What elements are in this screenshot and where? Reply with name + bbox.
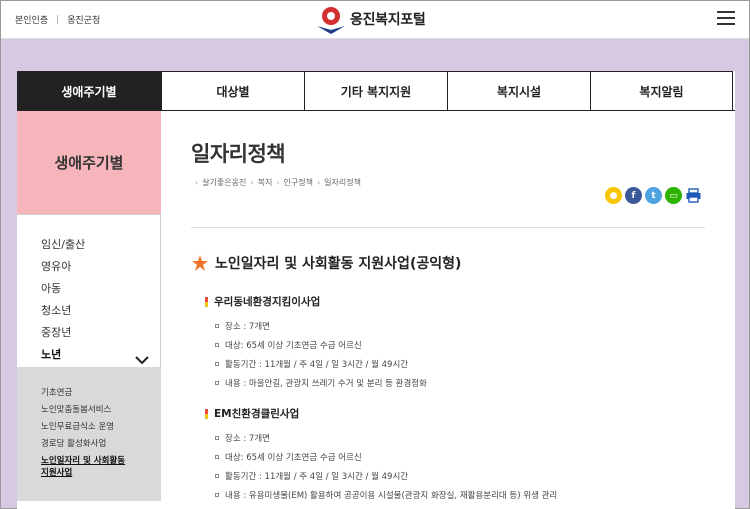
sidebar-item-child[interactable]: 아동 (41, 280, 61, 296)
twitter-share-icon[interactable]: t (645, 187, 662, 204)
bullet-icon (215, 324, 219, 328)
program-detail: 활동기간 : 11개월 / 주 4일 / 일 3시간 / 월 49시간 (215, 470, 408, 482)
utility-links: 본인인증 옹진군청 (15, 13, 100, 26)
heading-bar-icon (205, 296, 208, 307)
bullet-icon (215, 474, 219, 478)
print-icon[interactable] (685, 187, 702, 204)
submenu-senior-jobs[interactable]: 노인일자리 및 사회활동 (41, 455, 125, 467)
tab-notices[interactable]: 복지알림 (590, 71, 733, 111)
breadcrumb-welfare[interactable]: 복지 (258, 177, 273, 188)
chevron-down-icon[interactable] (135, 350, 149, 365)
sidebar-item-middle-age[interactable]: 중장년 (41, 324, 71, 340)
detail-text: 대상: 65세 이상 기초연금 수급 어르신 (225, 341, 362, 351)
breadcrumb-arrow-icon: › (276, 178, 280, 187)
program-detail: 활동기간 : 11개월 / 주 4일 / 일 3시간 / 월 49시간 (215, 358, 408, 370)
page-title: 일자리정책 (191, 142, 286, 166)
tab-facilities[interactable]: 복지시설 (447, 71, 590, 111)
main-nav: 생애주기별 대상별 기타 복지지원 복지시설 복지알림 (17, 71, 735, 111)
detail-text: 대상: 65세 이상 기초연금 수급 어르신 (225, 453, 362, 463)
sidebar-submenu: 기초연금 노인맞춤돌봄서비스 노인무료급식소 운영 경로당 활성화사업 노인일자… (17, 367, 161, 501)
program-detail: 대상: 65세 이상 기초연금 수급 어르신 (215, 451, 362, 463)
identity-verification-link[interactable]: 본인인증 (15, 13, 48, 26)
site-logo[interactable]: 옹진복지포털 (315, 4, 426, 34)
sidebar-item-youth[interactable]: 청소년 (41, 302, 71, 318)
breadcrumb-current: 일자리정책 (324, 178, 361, 187)
logo-text: 옹진복지포털 (350, 12, 426, 28)
sidebar-title: 생애주기별 (17, 111, 161, 214)
program-detail: 내용 : 유용미생물(EM) 활용하여 공공이용 시설물(관광지 화장실, 재활… (215, 489, 557, 501)
submenu-free-meals[interactable]: 노인무료급식소 운영 (41, 421, 114, 433)
content-frame: 생애주기별 대상별 기타 복지지원 복지시설 복지알림 생애주기별 임신/출산 … (17, 71, 735, 509)
breadcrumb-home[interactable]: 살기좋은옹진 (202, 177, 246, 188)
program-detail: 내용 : 마을안길, 관광지 쓰레기 수거 및 분리 등 환경정화 (215, 377, 427, 389)
program-heading: 우리동네환경지킴이사업 (205, 294, 320, 309)
breadcrumb-arrow-icon: › (195, 178, 199, 187)
program-title: EM친환경클린사업 (214, 408, 300, 420)
share-buttons: ● f t ▭ (605, 187, 702, 204)
tab-target[interactable]: 대상별 (161, 71, 304, 111)
tab-lifecycle[interactable]: 생애주기별 (17, 71, 161, 111)
submenu-customized-care[interactable]: 노인맞춤돌봄서비스 (41, 404, 111, 416)
sidebar-item-infant[interactable]: 영유아 (41, 258, 71, 274)
sidebar-item-pregnancy[interactable]: 임신/출산 (41, 236, 85, 252)
submenu-senior-center[interactable]: 경로당 활성화사업 (41, 438, 106, 450)
top-bar: 본인인증 옹진군청 옹진복지포털 (1, 1, 749, 39)
detail-text: 내용 : 마을안길, 관광지 쓰레기 수거 및 분리 등 환경정화 (225, 379, 427, 389)
submenu-senior-jobs-line2[interactable]: 지원사업 (41, 467, 72, 479)
bullet-icon (215, 362, 219, 366)
section-title: 노인일자리 및 사회활동 지원사업(공익형) (215, 256, 462, 272)
breadcrumb-arrow-icon: › (316, 178, 321, 187)
main-content: 일자리정책 › 살기좋은옹진 › 복지 › 인구정책 › 일자리정책 ● f t… (161, 111, 735, 509)
program-detail: 장소 : 7개면 (215, 432, 270, 444)
tab-other-support[interactable]: 기타 복지지원 (304, 71, 447, 111)
bullet-icon (215, 381, 219, 385)
program-detail: 대상: 65세 이상 기초연금 수급 어르신 (215, 339, 362, 351)
hamburger-menu-icon[interactable] (717, 10, 735, 26)
divider (191, 227, 705, 228)
detail-text: 활동기간 : 11개월 / 주 4일 / 일 3시간 / 월 49시간 (225, 360, 409, 370)
bullet-icon (215, 343, 219, 347)
breadcrumb-arrow-icon: › (250, 178, 254, 187)
kakao-share-icon[interactable]: ● (605, 187, 622, 204)
logo-icon (315, 4, 347, 34)
section-heading: 노인일자리 및 사회활동 지원사업(공익형) (191, 253, 461, 273)
detail-text: 내용 : 유용미생물(EM) 활용하여 공공이용 시설물(관광지 화장실, 재활… (225, 491, 558, 501)
bullet-icon (215, 455, 219, 459)
submenu-basic-pension[interactable]: 기초연금 (41, 387, 72, 399)
detail-text: 장소 : 7개면 (225, 322, 270, 332)
county-office-link[interactable]: 옹진군청 (67, 13, 100, 26)
star-icon (192, 255, 208, 271)
program-detail: 장소 : 7개면 (215, 320, 270, 332)
divider (57, 15, 59, 24)
heading-bar-icon (205, 408, 208, 419)
breadcrumb: › 살기좋은옹진 › 복지 › 인구정책 › 일자리정책 (191, 177, 361, 188)
program-title: 우리동네환경지킴이사업 (214, 296, 321, 308)
detail-text: 장소 : 7개면 (225, 434, 270, 444)
bullet-icon (215, 493, 219, 497)
detail-text: 활동기간 : 11개월 / 주 4일 / 일 3시간 / 월 49시간 (225, 472, 409, 482)
breadcrumb-population[interactable]: 인구정책 (284, 177, 313, 188)
facebook-share-icon[interactable]: f (625, 187, 642, 204)
program-heading: EM친환경클린사업 (205, 406, 299, 421)
sidebar-menu: 임신/출산 영유아 아동 청소년 중장년 노년 (17, 214, 161, 367)
sidebar-item-senior[interactable]: 노년 (41, 346, 61, 362)
line-share-icon[interactable]: ▭ (665, 187, 682, 204)
bullet-icon (215, 436, 219, 440)
